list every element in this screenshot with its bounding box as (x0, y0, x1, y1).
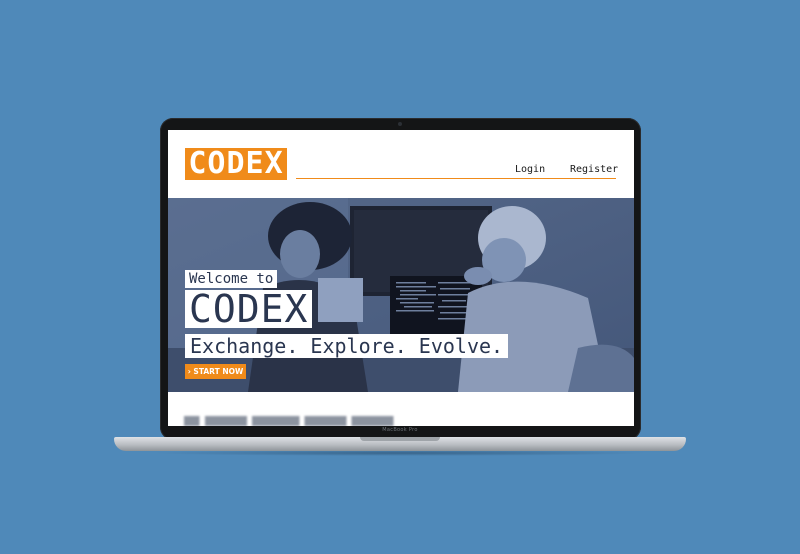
nav-register-link[interactable]: Register (570, 164, 618, 175)
nav-login-link[interactable]: Login (515, 164, 545, 175)
site-logo[interactable]: CODEX (185, 148, 287, 180)
camera-icon (398, 122, 402, 126)
below-fold-text (184, 416, 446, 426)
laptop-base (114, 437, 686, 451)
hero-title: CODEX (185, 290, 313, 328)
hero-tagline: Exchange. Explore. Evolve. (185, 334, 509, 358)
hero-welcome-text: Welcome to (185, 270, 278, 288)
laptop-model-label: MacBook Pro (382, 427, 418, 433)
header-divider (296, 178, 616, 179)
website-screen: CODEX Login Register Welcome to CODEX Ex… (168, 130, 634, 426)
laptop-lid: CODEX Login Register Welcome to CODEX Ex… (160, 118, 641, 440)
start-now-button[interactable]: › START NOW (185, 364, 246, 379)
laptop-hinge-notch (360, 437, 440, 441)
hero-banner: Welcome to CODEX Exchange. Explore. Evol… (168, 198, 634, 392)
